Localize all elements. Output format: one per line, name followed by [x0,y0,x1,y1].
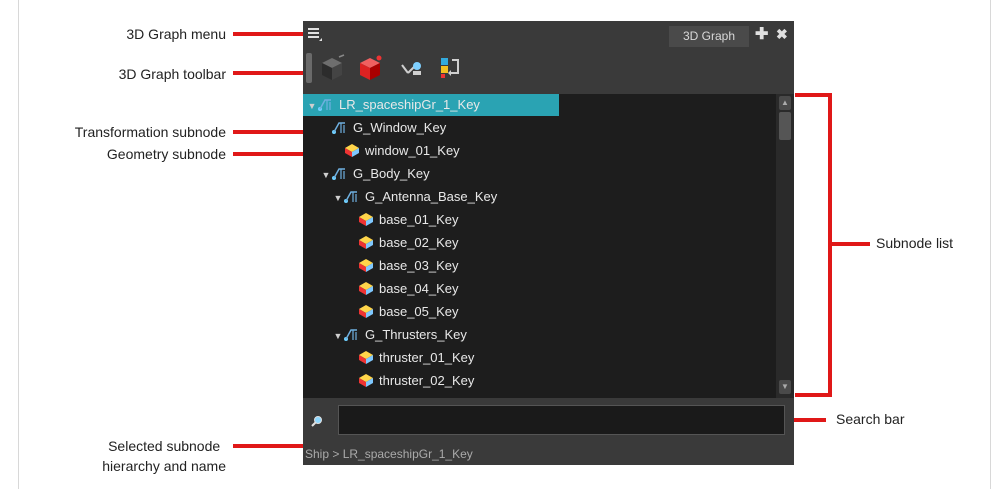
geometry-node-icon [359,282,373,295]
callout-line-selected [233,444,303,448]
label-3d-graph-menu: 3D Graph menu [126,26,226,42]
subnode-label: window_01_Key [365,143,460,158]
transformation-subnode-row[interactable]: G_Window_Key [321,117,446,139]
callout-line-menu [233,32,303,36]
geometry-subnode-row[interactable]: base_04_Key [347,278,459,300]
color-nodes-icon[interactable] [435,53,465,83]
label-selected-subnode: Selected subnode hierarchy and name [102,436,226,476]
transformation-subnode-row[interactable]: ▼ LR_spaceshipGr_1_Key [303,94,559,116]
expand-arrow-icon[interactable]: ▼ [333,187,343,209]
scroll-down-icon[interactable]: ▼ [779,380,791,394]
close-view-icon[interactable]: ✖ [776,26,788,42]
add-view-icon[interactable]: ✚ [755,27,768,43]
expand-arrow-icon[interactable]: ▼ [333,325,343,347]
scroll-up-icon[interactable]: ▲ [779,96,791,110]
label-transformation-subnode: Transformation subnode [74,124,226,140]
expand-arrow-icon[interactable]: ▼ [307,95,317,117]
geometry-subnode-row[interactable]: base_03_Key [347,255,459,277]
geometry-node-icon [359,236,373,249]
subnode-list[interactable]: ▼ LR_spaceshipGr_1_Key G_Window_Key window_… [303,94,794,398]
transformation-subnode-row[interactable]: ▼ G_Thrusters_Key [333,324,467,346]
subnode-label: LR_spaceshipGr_1_Key [339,97,480,112]
geometry-subnode-row[interactable]: base_01_Key [347,209,459,231]
geometry-node-icon [345,144,359,157]
satellite-icon[interactable] [397,53,427,83]
subnode-label: base_02_Key [379,235,459,250]
geometry-subnode-row[interactable]: window_01_Key [333,140,460,162]
transform-node-icon [344,329,357,341]
subnode-label: thruster_01_Key [379,350,475,365]
callout-bracket-top [795,93,832,97]
transformation-subnode-row[interactable]: ▼ G_Antenna_Base_Key [333,186,498,209]
3d-graph-toolbar [303,49,794,89]
subnode-label: base_03_Key [379,258,459,273]
search-bar [303,401,794,441]
panel-titlebar: 3D Graph ✚ ✖ [303,21,794,49]
geometry-subnode-row[interactable]: base_05_Key [347,301,459,323]
search-input[interactable] [338,405,785,435]
search-icon [311,416,322,427]
geometry-subnode-row[interactable]: thruster_02_Key [347,370,474,392]
label-selected-line1: Selected subnode [108,438,221,454]
subnode-label: base_01_Key [379,212,459,227]
label-3d-graph-toolbar: 3D Graph toolbar [118,66,226,82]
geometry-node-icon [359,374,373,387]
transform-node-icon [332,168,345,180]
toolbar-drag-handle[interactable] [306,53,312,83]
geometry-subnode-row[interactable]: thruster_01_Key [347,347,474,369]
geometry-node-icon [359,305,373,318]
subnode-label: base_05_Key [379,304,459,319]
subnode-label: G_Thrusters_Key [365,327,467,342]
geometry-node-icon [359,351,373,364]
transformation-subnode-row[interactable]: ▼ G_Body_Key [321,163,430,185]
selected-node-breadcrumb: Ship > LR_spaceshipGr_1_Key [305,447,473,461]
3d-graph-panel: 3D Graph ✚ ✖ ▼ LR_spaceshipGr_1_Key G_Wi… [303,21,794,465]
expand-arrow-icon[interactable]: ▼ [321,164,331,186]
transform-node-icon [344,191,357,203]
geometry-subnode-row[interactable]: base_02_Key [347,232,459,254]
callout-bracket-bottom [795,393,832,397]
hamburger-menu-icon[interactable] [307,26,323,42]
subnode-label: base_04_Key [379,281,459,296]
subnode-label: G_Window_Key [353,120,447,135]
label-selected-line2: hierarchy and name [102,458,226,474]
vertical-scrollbar[interactable]: ▲ ▼ [776,94,794,398]
callout-line-toolbar [233,71,303,75]
subnode-label: thruster_02_Key [379,373,475,388]
cube-red-icon[interactable] [355,53,385,83]
subnode-label: G_Antenna_Base_Key [365,189,498,204]
label-search-bar: Search bar [836,411,905,427]
callout-bracket-mid [832,242,870,246]
geometry-node-icon [359,213,373,226]
geometry-node-icon [359,259,373,272]
cube-dark-icon[interactable] [317,53,347,83]
label-geometry-subnode: Geometry subnode [106,146,226,162]
subnode-label: G_Body_Key [353,166,430,181]
scroll-thumb[interactable] [779,112,791,140]
transform-node-icon [332,122,345,134]
transform-node-icon [318,99,331,111]
label-subnode-list: Subnode list [876,235,954,251]
tab-3d-graph[interactable]: 3D Graph [669,26,749,47]
